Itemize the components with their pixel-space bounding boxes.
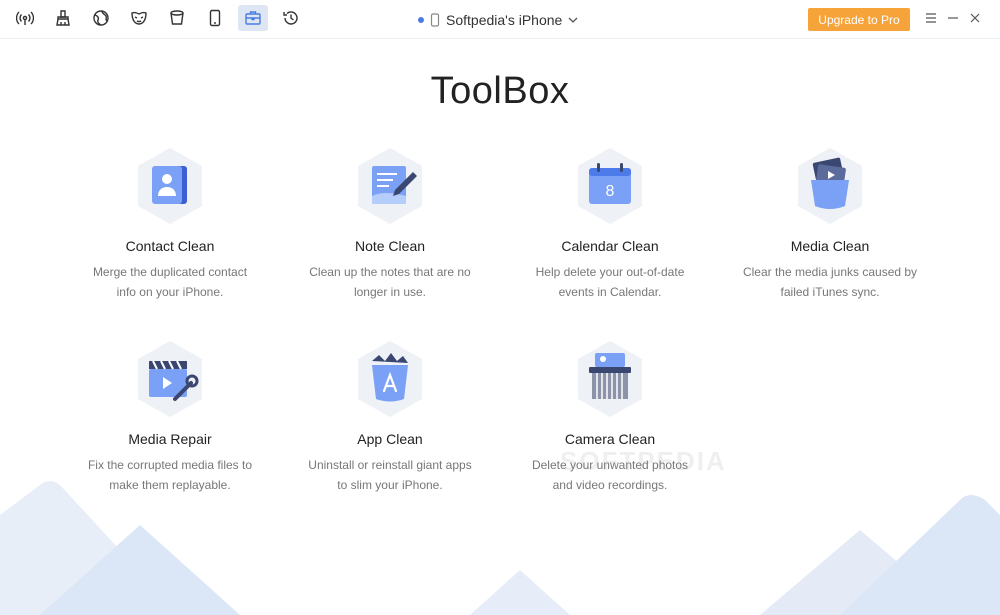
tool-calendar-clean[interactable]: 8 Calendar Clean Help delete your out-of… [500, 146, 720, 302]
iphone-icon [430, 13, 440, 27]
description-line: Clean up the notes that are no [309, 265, 471, 279]
description-line: info on your iPhone. [116, 285, 224, 299]
tool-note-clean[interactable]: Note Clean Clean up the notes that are n… [280, 146, 500, 302]
description-line: longer in use. [353, 285, 427, 299]
tool-name: Camera Clean [564, 431, 656, 447]
chevron-down-icon [568, 17, 578, 23]
tool-camera-clean[interactable]: Camera Clean Delete your unwanted photos… [500, 339, 720, 495]
page-title: ToolBox [430, 70, 570, 112]
close-icon[interactable] [966, 9, 984, 27]
tool-description: Clear the media junks caused by failed i… [720, 262, 940, 302]
description-line: make them replayable. [109, 478, 231, 492]
upgrade-button[interactable]: Upgrade to Pro [808, 8, 910, 31]
description-line: and video recordings. [552, 478, 668, 492]
top-bar: Softpedia's iPhone Upgrade to Pro [0, 0, 1000, 39]
phone-icon[interactable] [200, 5, 230, 31]
tool-description: Merge the duplicated contact info on you… [60, 262, 280, 302]
mask-icon[interactable] [124, 5, 154, 31]
description-line: to slim your iPhone. [337, 478, 443, 492]
broom-icon[interactable] [48, 5, 78, 31]
tool-description: Help delete your out-of-date events in C… [500, 262, 720, 302]
description-line: Fix the corrupted media files to [87, 458, 253, 472]
description-line: failed iTunes sync. [780, 285, 880, 299]
device-selector[interactable]: Softpedia's iPhone [418, 10, 578, 30]
menu-icon[interactable] [922, 9, 940, 27]
contact-clean-icon [135, 146, 205, 226]
tool-app-clean[interactable]: App Clean Uninstall or reinstall giant a… [280, 339, 500, 495]
description-line: Clear the media junks caused by [742, 265, 918, 279]
tool-description: Fix the corrupted media files to make th… [60, 455, 280, 495]
description-line: Delete your unwanted photos [531, 458, 689, 472]
tool-name: Note Clean [354, 238, 426, 254]
camera-clean-icon [575, 339, 645, 419]
history-icon[interactable] [276, 5, 306, 31]
minimize-icon[interactable] [944, 9, 962, 27]
description-line: Merge the duplicated contact [92, 265, 248, 279]
bucket-icon[interactable] [162, 5, 192, 31]
tool-name: Calendar Clean [561, 238, 659, 254]
calendar-date-label: 8 [606, 183, 615, 200]
tool-name: Media Repair [128, 431, 212, 447]
tool-description: Uninstall or reinstall giant apps to sli… [280, 455, 500, 495]
description-line: events in Calendar. [558, 285, 662, 299]
tool-media-clean[interactable]: Media Clean Clear the media junks caused… [720, 146, 940, 302]
description-line: Help delete your out-of-date [535, 265, 685, 279]
globe-icon[interactable] [86, 5, 116, 31]
calendar-clean-icon: 8 [575, 146, 645, 226]
description-line: Uninstall or reinstall giant apps [308, 458, 472, 472]
tool-name: App Clean [357, 431, 423, 447]
status-dot [418, 17, 424, 23]
media-repair-icon [135, 339, 205, 419]
note-clean-icon [355, 146, 425, 226]
tool-name: Media Clean [790, 238, 870, 254]
tool-media-repair[interactable]: Media Repair Fix the corrupted media fil… [60, 339, 280, 495]
tool-name: Contact Clean [125, 238, 215, 254]
wifi-icon[interactable] [10, 5, 40, 31]
media-clean-icon [795, 146, 865, 226]
tool-description: Clean up the notes that are no longer in… [280, 262, 500, 302]
tool-description: Delete your unwanted photos and video re… [500, 455, 720, 495]
toolbox-icon[interactable] [238, 5, 268, 31]
device-name: Softpedia's iPhone [446, 12, 563, 28]
tool-contact-clean[interactable]: Contact Clean Merge the duplicated conta… [60, 146, 280, 302]
app-clean-icon [355, 339, 425, 419]
mountain-background [0, 481, 1000, 615]
